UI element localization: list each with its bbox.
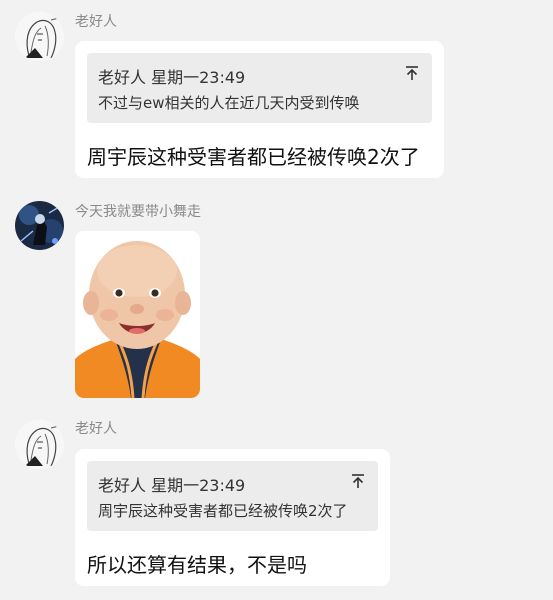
dark-character-avatar-icon [15, 201, 64, 250]
quote-text: 不过与ew相关的人在近几天内受到传唤 [98, 94, 360, 112]
sketch-girl-avatar-icon [15, 12, 64, 61]
sender-name: 老好人 [75, 14, 117, 30]
jump-to-quote-icon[interactable] [404, 65, 420, 81]
quote-header: 老好人 星期一23:49 [98, 476, 246, 495]
sketch-girl-avatar-icon [15, 420, 64, 469]
sender-avatar[interactable] [15, 12, 64, 61]
baby-photo-icon [75, 231, 200, 398]
message-text: 周宇辰这种受害者都已经被传唤2次了 [87, 145, 420, 169]
quote-header: 老好人 星期一23:49 [98, 68, 246, 87]
message-text: 所以还算有结果，不是吗 [87, 553, 307, 577]
sender-name: 老好人 [75, 421, 117, 437]
message-bubble[interactable]: 老好人 星期一23:49 周宇辰这种受害者都已经被传唤2次了 所以还算有结果，不… [75, 449, 390, 586]
quoted-message[interactable]: 老好人 星期一23:49 周宇辰这种受害者都已经被传唤2次了 [87, 461, 378, 531]
image-message[interactable] [75, 231, 200, 398]
message-bubble[interactable]: 老好人 星期一23:49 不过与ew相关的人在近几天内受到传唤 周宇辰这种受害者… [75, 41, 444, 178]
quoted-message[interactable]: 老好人 星期一23:49 不过与ew相关的人在近几天内受到传唤 [87, 53, 432, 123]
sender-name: 今天我就要带小舞走 [75, 204, 201, 220]
jump-to-quote-icon[interactable] [350, 473, 366, 489]
quote-text: 周宇辰这种受害者都已经被传唤2次了 [98, 502, 348, 520]
sender-avatar[interactable] [15, 420, 64, 469]
sender-avatar[interactable] [15, 201, 64, 250]
